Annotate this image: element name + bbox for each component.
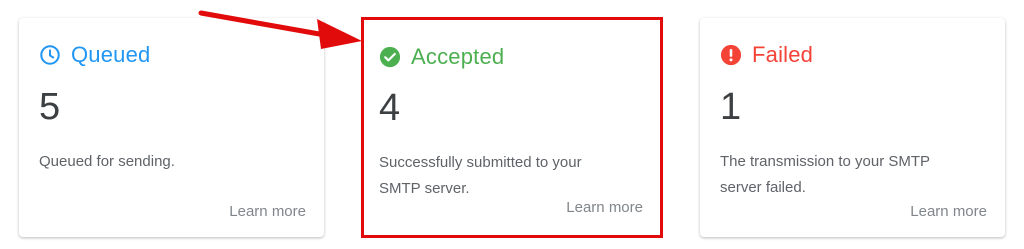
card-description: The transmission to your SMTP server fai… [720,153,930,196]
learn-more-link[interactable]: Learn more [566,199,643,216]
card-header: Accepted [379,44,504,70]
card-count: 5 [39,86,61,128]
alert-circle-icon [720,44,742,66]
card-title: Accepted [411,44,505,69]
card-header: Queued [39,42,151,68]
card-queued: Queued 5 Queued for sending. Learn more [19,18,324,237]
card-count: 1 [720,86,742,128]
card-accepted: Accepted 4 Successfully submitted to you… [361,17,663,238]
card-description: Queued for sending. [39,153,175,170]
check-circle-icon [379,46,401,68]
card-title: Queued [71,42,151,67]
status-cards-panel: Queued 5 Queued for sending. Learn more … [0,0,1024,249]
clock-icon [39,44,61,66]
annotation-arrow-icon [198,10,362,49]
learn-more-link[interactable]: Learn more [229,203,306,220]
card-title: Failed [752,42,814,67]
card-failed: Failed 1 The transmission to your SMTP s… [700,18,1005,237]
card-count: 4 [379,87,401,129]
card-description: Successfully submitted to your SMTP serv… [379,154,582,197]
card-header: Failed [720,42,813,68]
learn-more-link[interactable]: Learn more [910,203,987,220]
